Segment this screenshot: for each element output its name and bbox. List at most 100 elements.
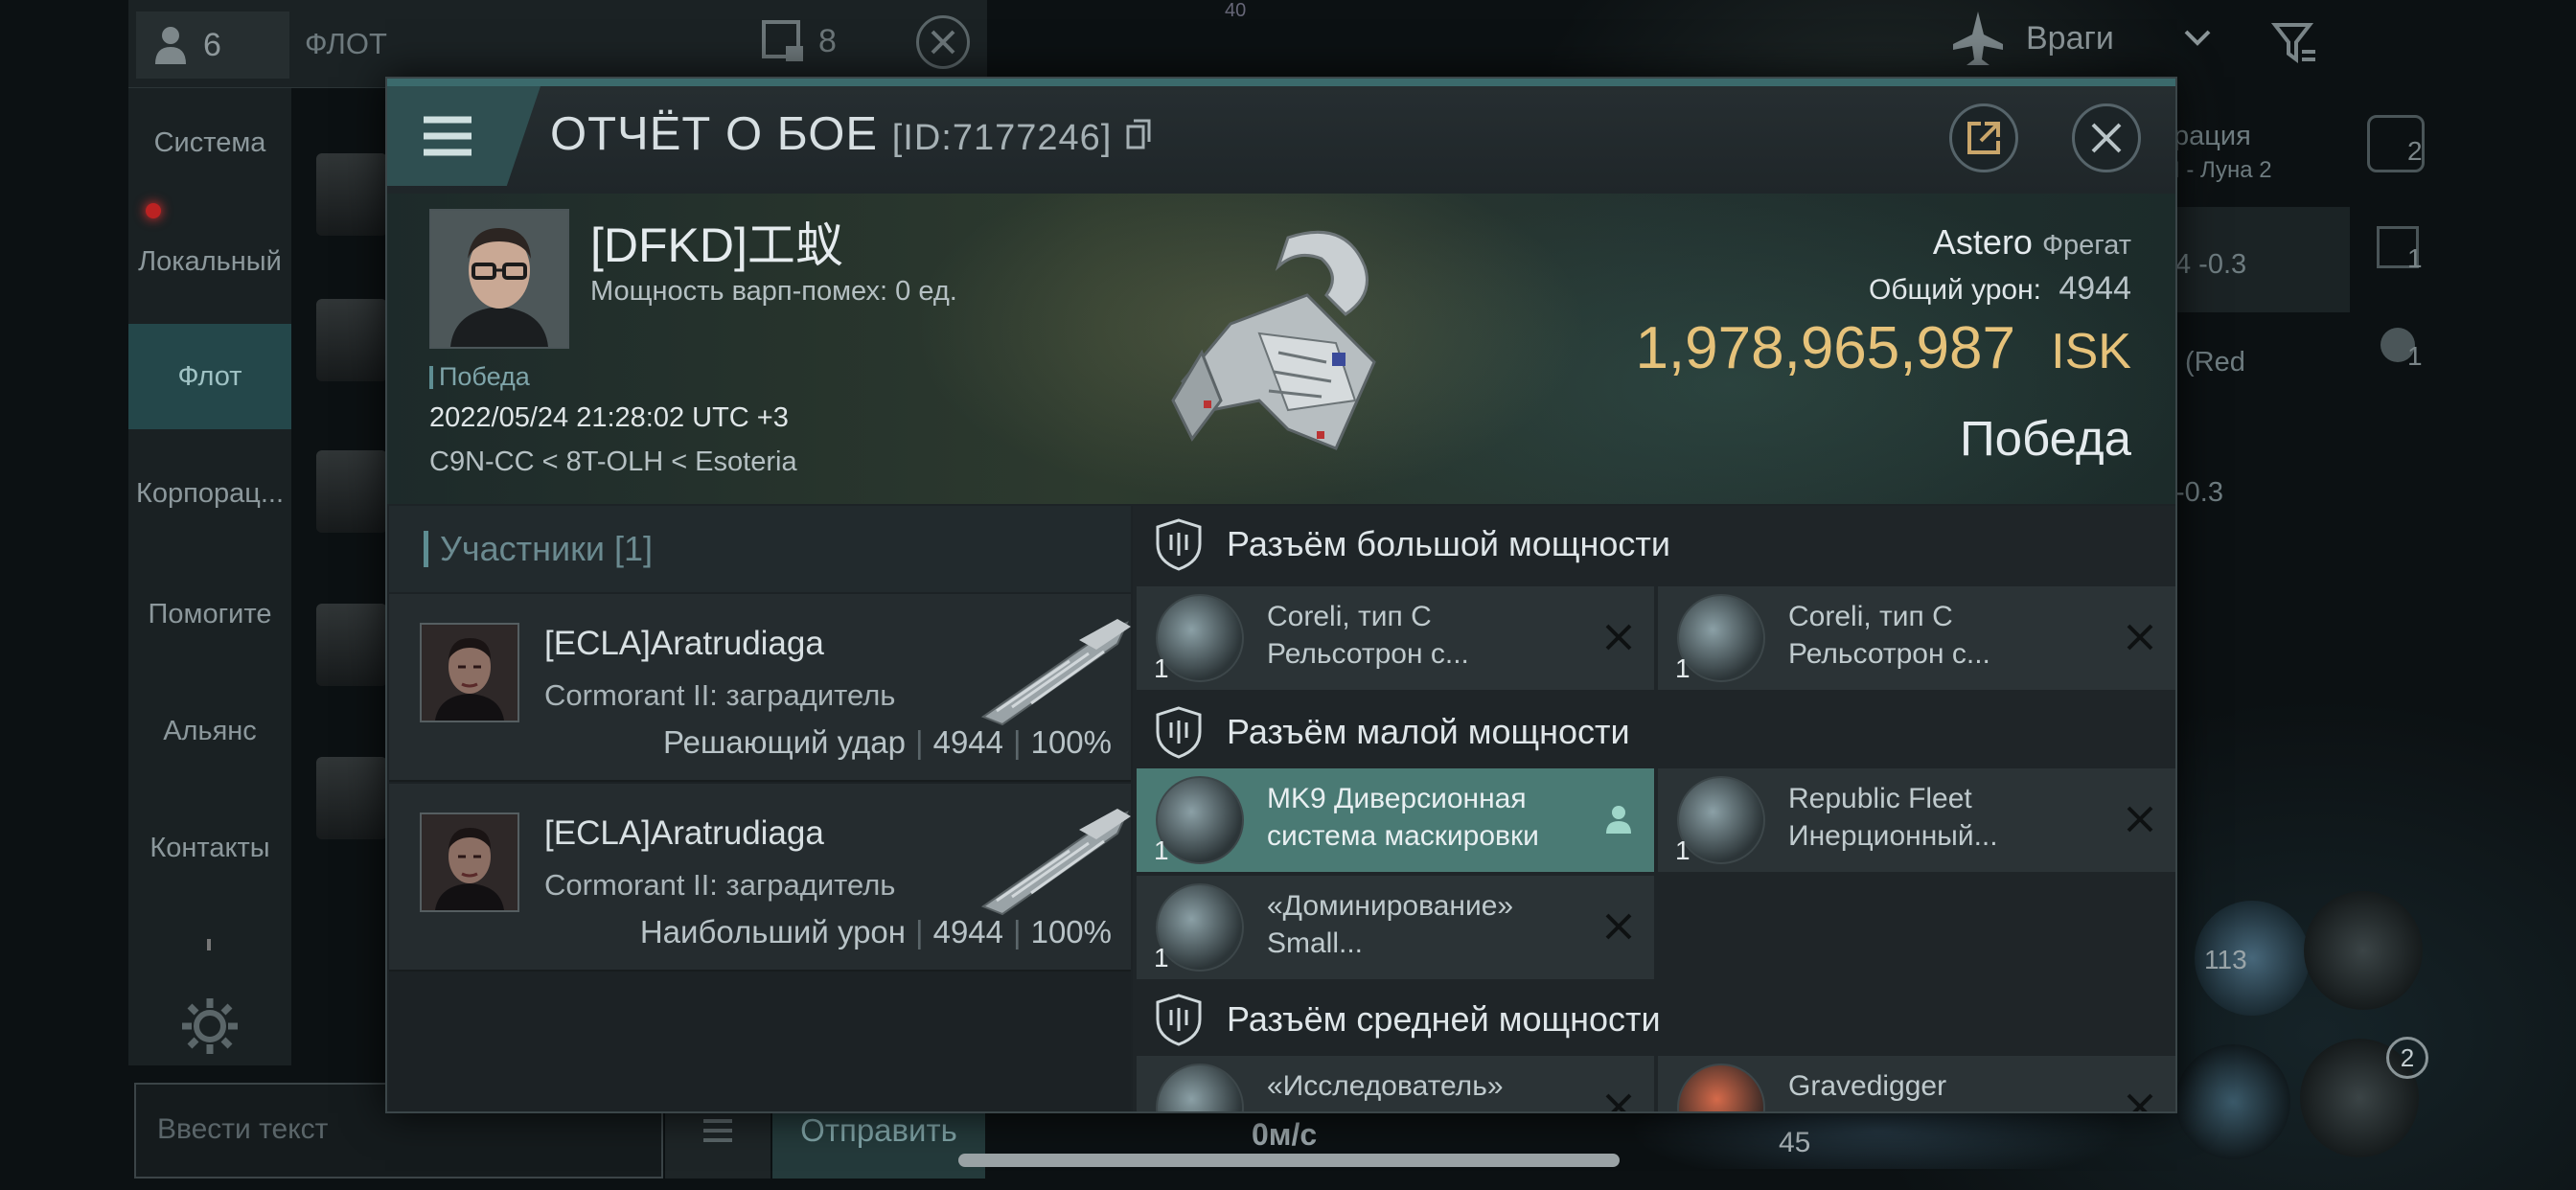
bg-count-45: 45: [1779, 1127, 1811, 1158]
module-count-113: 113: [2204, 945, 2247, 974]
nav-item-system[interactable]: Система: [128, 90, 291, 195]
share-button[interactable]: [1949, 103, 2018, 172]
member-count: 6: [203, 26, 221, 63]
participant-portrait: [420, 623, 519, 722]
pilot-portrait-image: [431, 211, 567, 347]
outcome-tag-text: Победа: [439, 362, 530, 391]
nav-item-fleet[interactable]: Флот: [128, 324, 291, 429]
slot-label: Coreli, тип C Рельсотрон с...: [1267, 598, 1583, 673]
shield-icon: [1156, 994, 1202, 1046]
fitting-panel: Разъём большой мощности 1 Coreli, тип C Р…: [1133, 506, 2175, 1111]
battle-report-dialog: ОТЧЁТ О БОЕ [ID:7177246] [DFKD]工蚁 Мощнос…: [385, 77, 2177, 1113]
gear-icon[interactable]: [176, 993, 243, 1060]
close-button[interactable]: [2072, 103, 2141, 172]
dialog-title-text: ОТЧЁТ О БОЕ: [550, 108, 879, 160]
isk-amount: 1,978,965,987: [1635, 315, 2015, 381]
module-button[interactable]: [2175, 1044, 2290, 1159]
participants-panel: Участники [1] [ECLA]Aratrudiaga Cormoran…: [389, 506, 1131, 1111]
fleet-label: ФЛОТ: [305, 27, 387, 60]
menu-icon: [703, 1119, 732, 1142]
total-damage-value: 4944: [2058, 270, 2131, 307]
fitting-slot[interactable]: 1 MK9 Диверсионная система маскировки: [1137, 768, 1654, 872]
scanner-icon: [1156, 1064, 1244, 1111]
pilot-name[interactable]: [DFKD]工蚁: [590, 207, 843, 276]
participant-stats: Решающий удар | 4944 | 100%: [662, 724, 1112, 760]
low-slots-title: Разъём малой мощности: [1227, 712, 1630, 751]
copy-icon[interactable]: [1126, 119, 1151, 149]
member-count-box[interactable]: 6: [136, 11, 289, 79]
destroyed-x-icon: [2127, 624, 2153, 651]
turret-button[interactable]: [2304, 891, 2423, 1010]
slot-label: Republic Fleet Инерционный...: [1788, 780, 2104, 855]
slot-label-line1: Gravedigger: [1788, 1070, 1947, 1102]
side-count-1: 2: [2407, 136, 2423, 166]
mid-slots-title: Разъём средней мощности: [1227, 999, 1661, 1039]
nav-item-alliance[interactable]: Альянс: [128, 678, 291, 784]
destroyed-x-icon: [1605, 913, 1632, 940]
slot-label-line2: система маскировки: [1267, 820, 1539, 852]
filter-icon[interactable]: [2271, 19, 2319, 67]
bg-row-3: -0.3: [2175, 477, 2223, 508]
nav-item-local[interactable]: Локальный: [128, 209, 291, 314]
fitting-slot[interactable]: 1 Gravedigger: [1658, 1056, 2175, 1111]
shield-icon: [1156, 518, 1202, 571]
close-chat-button[interactable]: [916, 15, 970, 69]
dominion-module-icon: [1156, 883, 1244, 972]
isk-value: 1,978,965,987 ISK: [1635, 314, 2131, 382]
nav-item-contacts[interactable]: Контакты: [128, 795, 291, 901]
nav-item-corporation[interactable]: Корпорац...: [128, 441, 291, 546]
chat-avatar: [316, 450, 387, 533]
dropped-person-icon: [1606, 806, 1631, 834]
fitting-slot[interactable]: 1 Coreli, тип C Рельсотрон с...: [1658, 586, 2175, 690]
participant-ship: Cormorant II: заградитель: [544, 868, 896, 902]
scroll-marker: [207, 939, 211, 950]
battle-datetime: 2022/05/24 21:28:02 UTC +3: [429, 402, 789, 433]
ship-name-text: Astero: [1932, 222, 2033, 262]
menu-button[interactable]: [387, 86, 540, 186]
participant-damage: 4944: [932, 914, 1004, 950]
participant-row[interactable]: [ECLA]Aratrudiaga Cormorant II: заградит…: [389, 594, 1131, 782]
destroyed-x-icon: [2127, 1093, 2153, 1111]
chevron-down-icon: [2184, 30, 2211, 46]
close-icon: [931, 30, 955, 55]
fitting-slot[interactable]: 1 «Исследователь»: [1137, 1056, 1654, 1111]
slot-label-line2: Рельсотрон с...: [1267, 638, 1469, 670]
participant-portrait-image: [422, 814, 518, 910]
warp-disruption: Мощность варп-помех: 0 ед.: [590, 276, 957, 307]
enemies-filter[interactable]: Враги: [1951, 10, 2212, 67]
slot-quantity: 1: [1154, 835, 1169, 865]
slot-label: «Доминирование» Small...: [1267, 887, 1583, 962]
cormorant-ship-image: [980, 619, 1131, 726]
participant-role: Решающий удар: [662, 724, 907, 760]
battle-location[interactable]: C9N-CC < 8T-OLH < Esoteria: [429, 446, 797, 478]
chat-avatar: [316, 153, 387, 236]
participant-ship: Cormorant II: заградитель: [544, 678, 896, 712]
people-icon: [155, 27, 186, 64]
slot-label-line1: «Исследователь»: [1267, 1070, 1504, 1102]
nav-item-help[interactable]: Помогите: [128, 561, 291, 667]
high-slots-title: Разъём большой мощности: [1227, 524, 1670, 563]
dialog-title: ОТЧЁТ О БОЕ [ID:7177246]: [550, 107, 1151, 161]
participant-damage: 4944: [932, 724, 1004, 760]
slot-label: MK9 Диверсионная система маскировки: [1267, 780, 1583, 855]
participant-row[interactable]: [ECLA]Aratrudiaga Cormorant II: заградит…: [389, 784, 1131, 972]
fitting-slot[interactable]: 1 «Доминирование» Small...: [1137, 876, 1654, 979]
participants-header: Участники [1]: [389, 506, 1131, 592]
victim-summary: [DFKD]工蚁 Мощность варп-помех: 0 ед. Побе…: [387, 194, 2175, 504]
close-icon: [2091, 123, 2122, 153]
ship-name[interactable]: Astero Фрегат: [1933, 222, 2131, 263]
slot-label: Coreli, тип C Рельсотрон с...: [1788, 598, 2104, 673]
fitting-slot[interactable]: 1 Coreli, тип C Рельсотрон с...: [1137, 586, 1654, 690]
slot-label-line1: «Доминирование»: [1267, 890, 1514, 922]
slot-quantity: 1: [1675, 835, 1690, 865]
total-damage-label: Общий урон:: [1869, 274, 2042, 306]
home-indicator[interactable]: [958, 1154, 1620, 1167]
gravedigger-icon: [1677, 1064, 1765, 1111]
chat-avatar: [316, 757, 387, 839]
queue-indicator[interactable]: 8: [761, 19, 837, 63]
slot-quantity: 1: [1675, 653, 1690, 683]
pilot-portrait[interactable]: [429, 209, 569, 349]
slot-label: Gravedigger: [1788, 1067, 2104, 1105]
fitting-slot[interactable]: 1 Republic Fleet Инерционный...: [1658, 768, 2175, 872]
bg-row-1: 4 -0.3: [2175, 249, 2247, 280]
